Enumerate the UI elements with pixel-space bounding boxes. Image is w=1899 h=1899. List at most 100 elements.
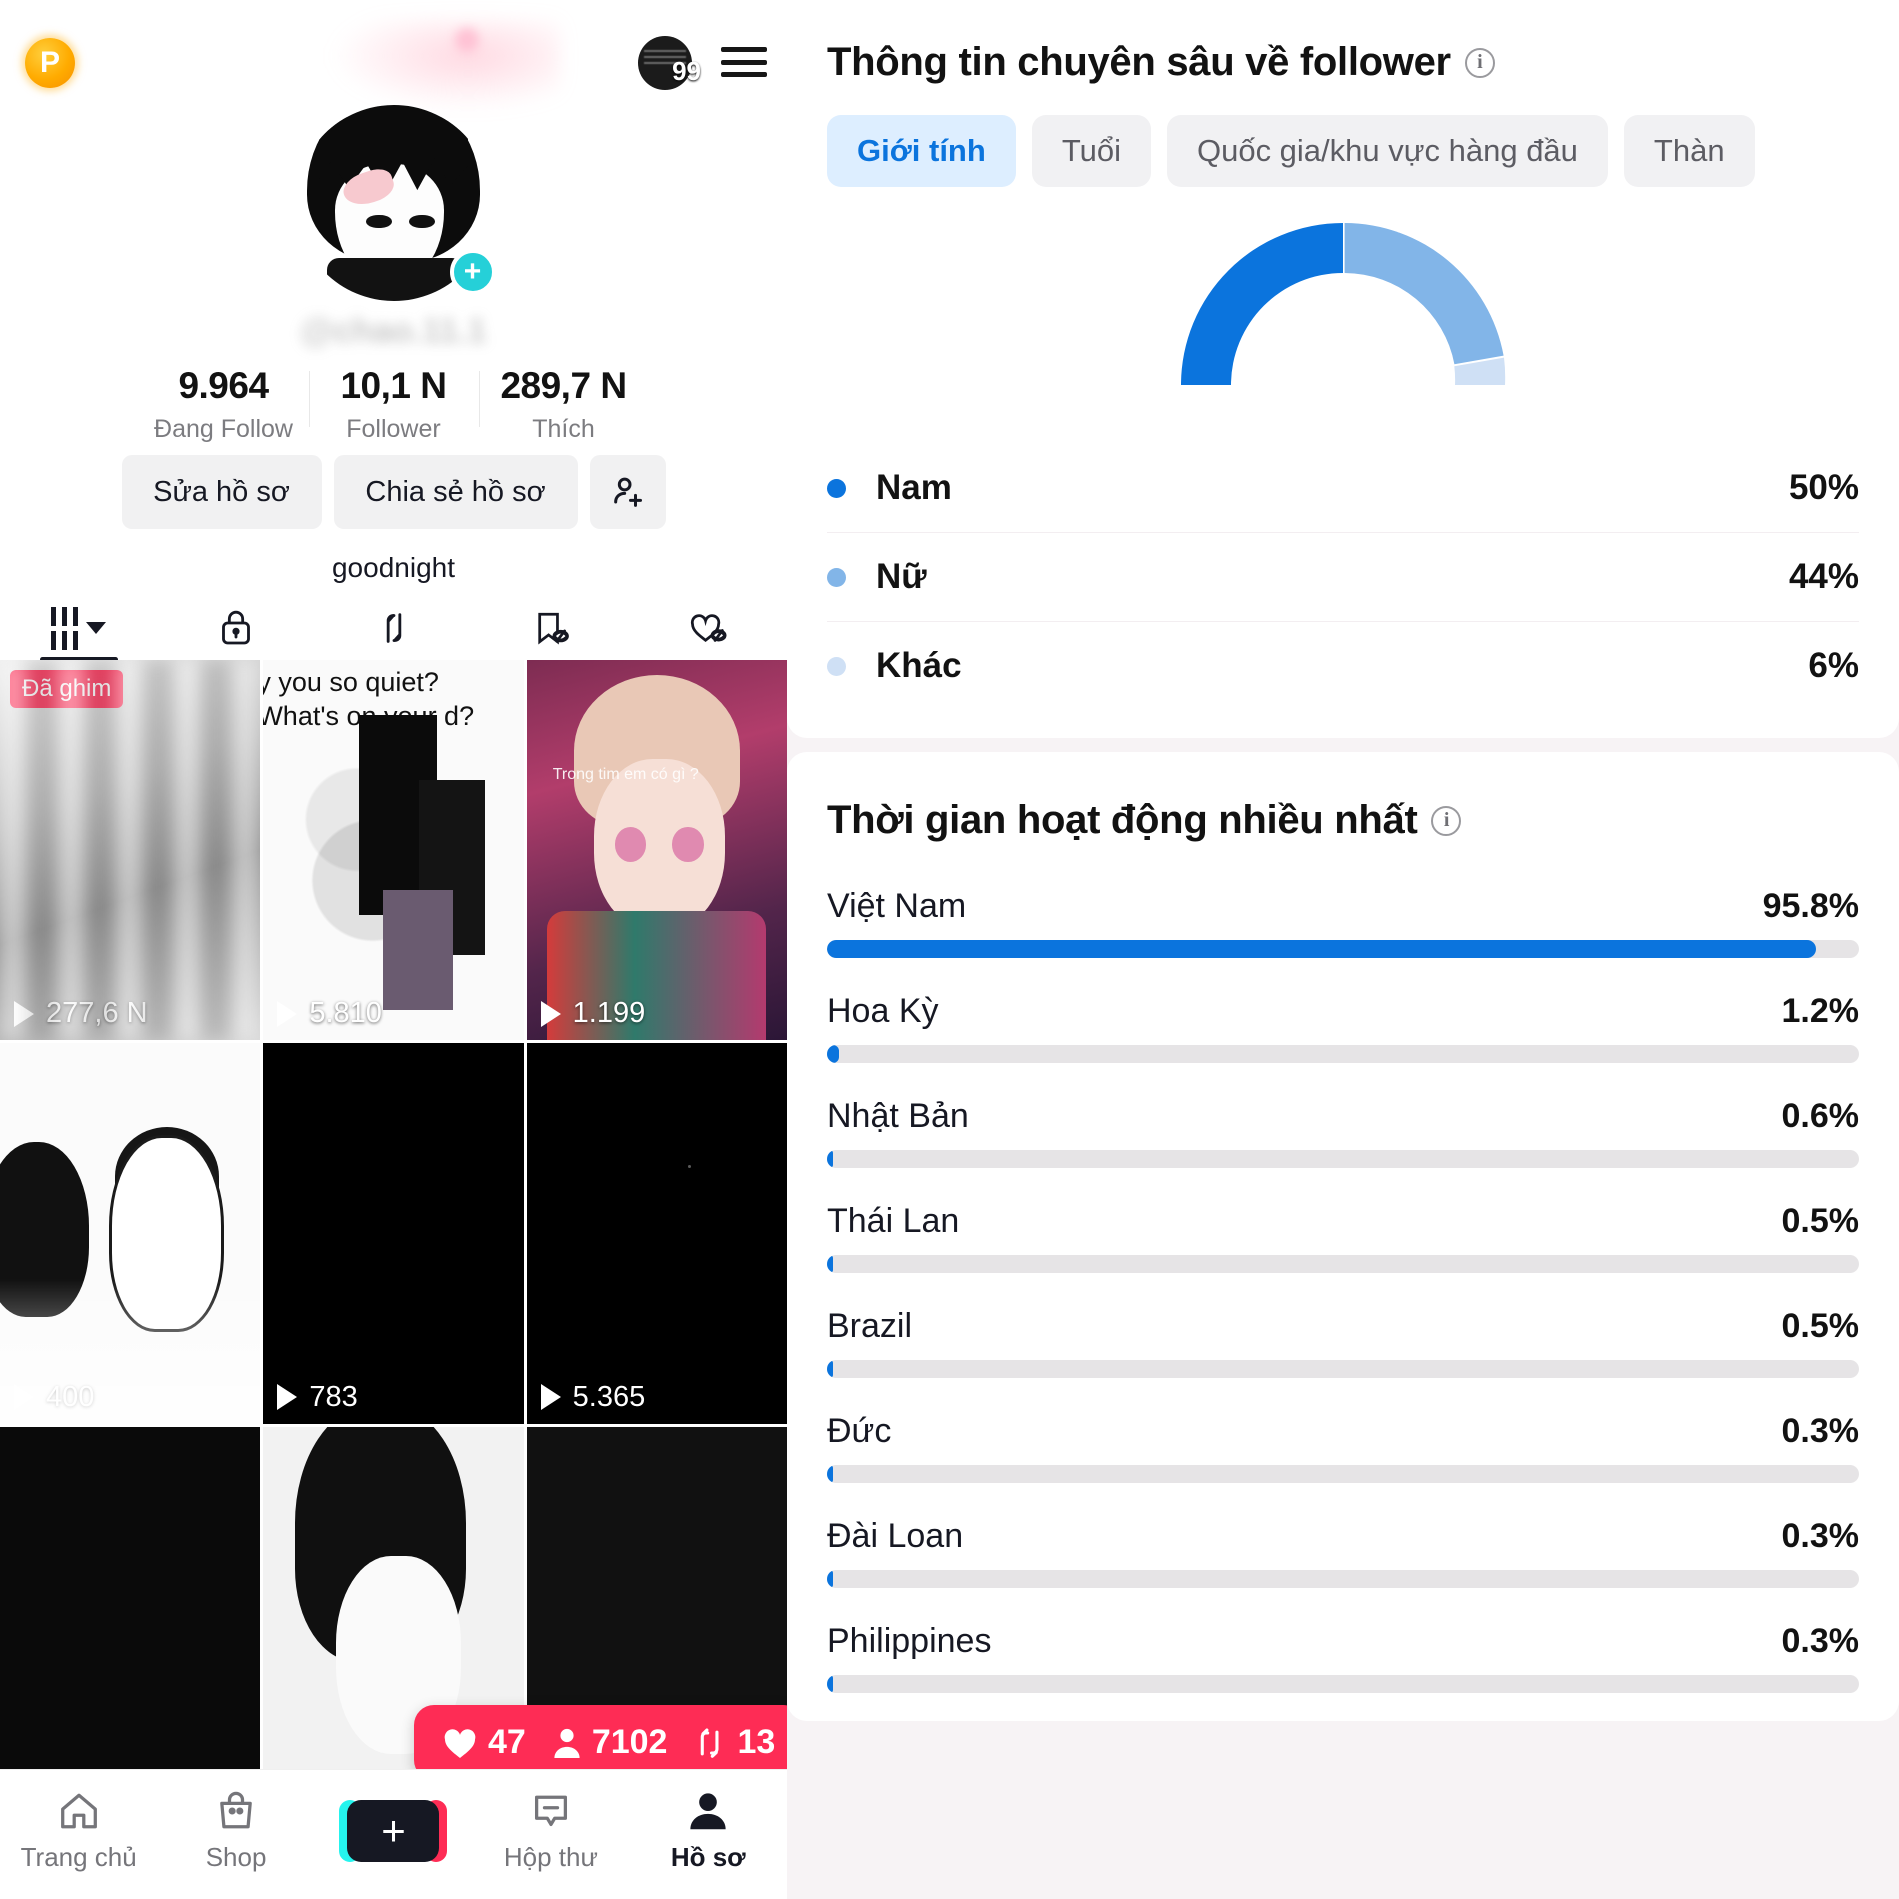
play-icon: [540, 1384, 561, 1411]
tiktok-profile-pane: P 99 + @chao.11.1 9.964 Đang Follow 10,1…: [0, 0, 787, 1899]
bottom-navigation: Trang chủ Shop + Hộp thư Hồ sơ: [0, 1769, 787, 1899]
hamburger-menu-icon[interactable]: [721, 42, 767, 82]
nav-item-home[interactable]: Trang chủ: [4, 1788, 154, 1873]
stat-label: Follower: [346, 415, 441, 443]
country-name: Nhật Bản: [827, 1097, 969, 1135]
video-cell[interactable]: Đã ghim 277,6 N: [0, 660, 261, 1041]
country-bar-fill: [827, 1255, 833, 1273]
nav-item-create[interactable]: +: [318, 1799, 468, 1862]
video-cell[interactable]: 400: [0, 1043, 261, 1424]
chip-age[interactable]: Tuổi: [1031, 115, 1151, 187]
video-play-count: 1.199: [540, 997, 645, 1030]
country-percent: 0.6%: [1781, 1097, 1860, 1135]
country-bar-list: Việt Nam 95.8% Hoa Kỳ 1.2% Nhật Bản 0.6% Thái …: [827, 887, 1859, 1693]
video-thumb-art: [594, 758, 725, 931]
shop-bag-icon: [220, 1791, 252, 1829]
edit-profile-button[interactable]: Sửa hồ sơ: [121, 455, 322, 529]
person-icon: [554, 1728, 580, 1758]
nav-label: Hộp thư: [503, 1842, 598, 1872]
stat-value: 9.964: [178, 365, 269, 406]
add-person-icon[interactable]: [589, 455, 666, 529]
menu-line: [721, 72, 767, 77]
country-bar-track: [827, 1570, 1859, 1588]
country-name: Việt Nam: [827, 887, 967, 925]
slice-nam: [1181, 223, 1343, 385]
info-icon[interactable]: i: [1464, 47, 1495, 78]
country-bar-item: Philippines 0.3%: [827, 1622, 1859, 1693]
follower-insights-card: Thông tin chuyên sâu về follower i Giới …: [787, 0, 1899, 738]
nav-item-shop[interactable]: Shop: [161, 1788, 311, 1873]
legend-item-nam: Nam 50%: [827, 444, 1859, 533]
video-cell[interactable]: Trong tim em có gì ? 1.199: [526, 660, 787, 1041]
tab-repost[interactable]: [315, 596, 472, 660]
likes-count: 47: [488, 1723, 526, 1761]
nav-item-profile[interactable]: Hồ sơ: [633, 1788, 783, 1873]
legend-value: 44%: [1788, 557, 1859, 596]
video-grid: Đã ghim 277,6 N y you so quiet? What's o…: [0, 660, 787, 1807]
country-bar-track: [827, 1255, 1859, 1273]
pro-badge-icon[interactable]: P: [25, 38, 75, 88]
play-icon: [14, 1000, 34, 1027]
nav-item-inbox[interactable]: Hộp thư: [476, 1788, 626, 1873]
tab-private[interactable]: [157, 596, 314, 660]
stat-likes[interactable]: 289,7 N Thích: [478, 365, 649, 444]
play-count-value: 400: [46, 1380, 95, 1413]
legend-label: Khác: [876, 646, 962, 685]
country-percent: 95.8%: [1762, 887, 1859, 925]
profile-actions: Sửa hồ sơ Chia sẻ hồ sơ: [0, 455, 787, 529]
create-button-wrap: +: [339, 1799, 448, 1862]
country-percent: 0.5%: [1781, 1202, 1860, 1240]
legend-item-nu: Nữ 44%: [827, 533, 1859, 622]
stat-followers[interactable]: 10,1 N Follower: [308, 365, 479, 444]
country-bar-head: Brazil 0.5%: [827, 1307, 1859, 1346]
country-bar-item: Việt Nam 95.8%: [827, 887, 1859, 958]
grid-videos-icon: [51, 606, 79, 650]
video-cell[interactable]: [0, 1426, 261, 1807]
add-avatar-plus-icon[interactable]: +: [449, 249, 496, 295]
info-icon[interactable]: i: [1431, 805, 1462, 836]
avatar[interactable]: +: [295, 105, 496, 301]
legend-dot: [827, 656, 846, 676]
stat-label: Đang Follow: [154, 415, 293, 443]
gender-half-donut: [1181, 223, 1506, 385]
analytics-pane: Thông tin chuyên sâu về follower i Giới …: [787, 0, 1899, 1899]
country-bar-fill: [827, 1465, 833, 1483]
stat-value: 289,7 N: [500, 365, 627, 406]
nav-label: Trang chủ: [20, 1842, 137, 1872]
profile-person-icon: [690, 1793, 726, 1830]
country-bar-head: Đức 0.3%: [827, 1412, 1859, 1451]
tab-saved[interactable]: [472, 596, 629, 660]
stat-value: 10,1 N: [340, 365, 447, 406]
chip-gender[interactable]: Giới tính: [827, 115, 1016, 187]
video-cell[interactable]: y you so quiet? What's on your d? 5.810: [263, 660, 524, 1041]
chip-country[interactable]: Quốc gia/khu vực hàng đầu: [1166, 115, 1608, 187]
slice-nu: [1344, 223, 1504, 365]
gender-gauge-chart: [827, 215, 1859, 400]
stat-following[interactable]: 9.964 Đang Follow: [139, 365, 309, 444]
play-icon: [540, 1000, 561, 1027]
pill-viewers: 7102: [552, 1723, 667, 1762]
inbox-message-icon: [534, 1795, 567, 1827]
video-cell[interactable]: 783: [263, 1043, 524, 1424]
country-bar-track: [827, 1675, 1859, 1693]
create-plus-icon[interactable]: +: [339, 1799, 448, 1862]
tab-videos[interactable]: [0, 596, 157, 662]
video-thumb-art: [688, 1165, 692, 1169]
country-name: Thái Lan: [827, 1202, 960, 1240]
page-title: Thông tin chuyên sâu về follower: [827, 40, 1451, 84]
share-profile-button[interactable]: Chia sẻ hồ sơ: [333, 455, 578, 529]
blurred-banner: [330, 20, 560, 110]
country-name: Philippines: [827, 1622, 992, 1660]
video-cell[interactable]: 5.365: [526, 1043, 787, 1424]
video-play-count: 5.365: [540, 1381, 645, 1414]
video-play-count: 5.810: [277, 997, 382, 1030]
country-bar-item: Thái Lan 0.5%: [827, 1202, 1859, 1273]
country-bar-item: Đài Loan 0.3%: [827, 1517, 1859, 1588]
tab-liked[interactable]: [630, 596, 787, 660]
pill-likes: 47: [442, 1723, 526, 1762]
nav-label: Shop: [205, 1842, 267, 1872]
country-bar-item: Đức 0.3%: [827, 1412, 1859, 1483]
chip-cities[interactable]: Thàn: [1623, 115, 1755, 187]
country-bar-track: [827, 1465, 1859, 1483]
country-bar-track: [827, 1045, 1859, 1063]
